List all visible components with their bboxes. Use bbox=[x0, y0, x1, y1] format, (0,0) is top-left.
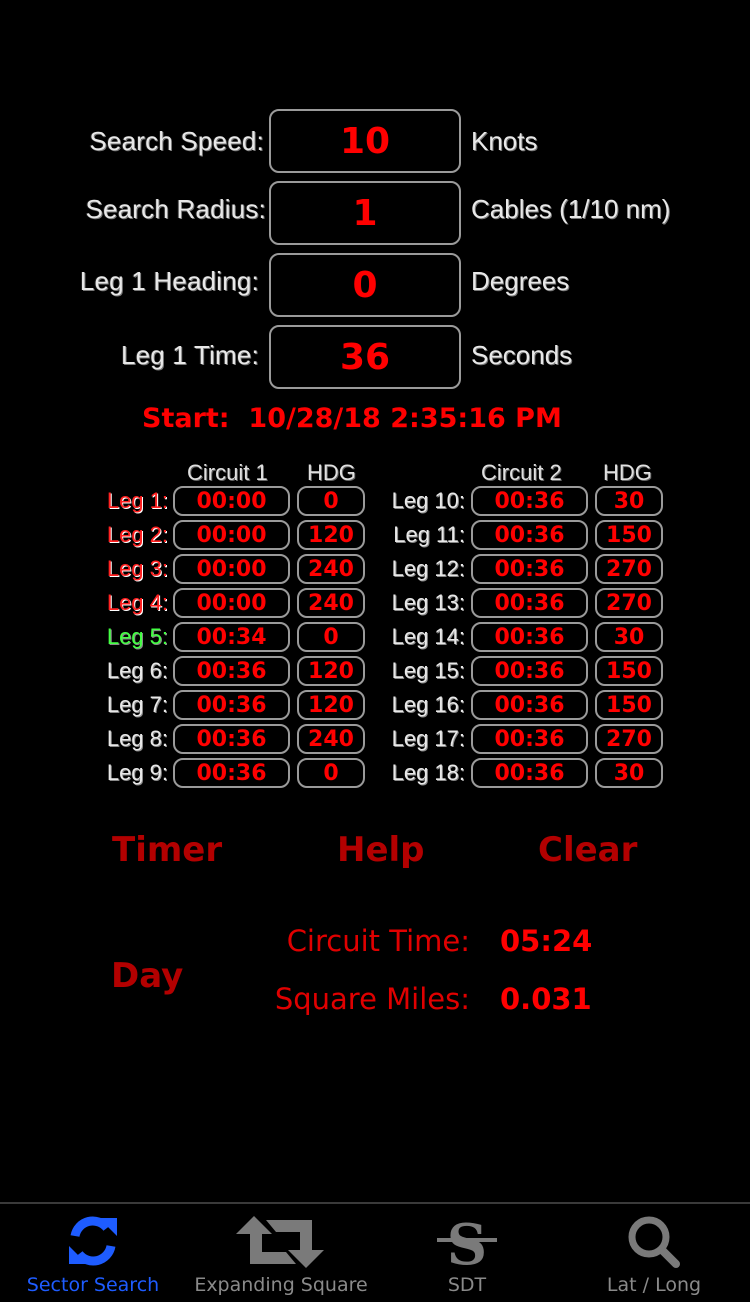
leg-label: Leg 2: bbox=[106, 522, 168, 547]
leg1-time-unit: Seconds bbox=[471, 340, 573, 370]
day-night-toggle[interactable]: Day bbox=[111, 956, 183, 996]
square-miles-label: Square Miles: bbox=[274, 982, 470, 1016]
leg-time-field[interactable]: 00:36 bbox=[471, 758, 588, 788]
tab-label: SDT bbox=[447, 1274, 487, 1296]
tab-bar: Sector Search Expanding Square S SDT Lat… bbox=[0, 1202, 750, 1302]
tab-label: Sector Search bbox=[26, 1274, 160, 1296]
leg1-heading-label: Leg 1 Heading: bbox=[79, 266, 259, 296]
search-radius-input[interactable]: 1 bbox=[269, 181, 461, 245]
leg-heading-field[interactable]: 120 bbox=[297, 520, 365, 550]
leg1-time-input[interactable]: 36 bbox=[269, 325, 461, 389]
leg-label: Leg 18: bbox=[391, 760, 465, 785]
leg-heading-field[interactable]: 150 bbox=[595, 656, 663, 686]
leg1-time-label: Leg 1 Time: bbox=[120, 340, 259, 370]
leg-heading-field[interactable]: 270 bbox=[595, 554, 663, 584]
search-speed-unit: Knots bbox=[471, 126, 538, 156]
leg-time-field[interactable]: 00:36 bbox=[471, 554, 588, 584]
search-radius-label: Search Radius: bbox=[85, 194, 266, 224]
leg-label: Leg 10: bbox=[391, 488, 465, 513]
leg-heading-field[interactable]: 0 bbox=[297, 758, 365, 788]
search-radius-unit: Cables (1/10 nm) bbox=[471, 194, 671, 224]
circuit-time-value: 05:24 bbox=[500, 924, 593, 958]
leg-time-field[interactable]: 00:36 bbox=[471, 520, 588, 550]
leg-time-field[interactable]: 00:36 bbox=[471, 690, 588, 720]
timer-button[interactable]: Timer bbox=[112, 830, 222, 870]
leg-time-field[interactable]: 00:00 bbox=[173, 486, 290, 516]
circuit1-header: Circuit 1 bbox=[187, 460, 268, 485]
leg-heading-field[interactable]: 150 bbox=[595, 520, 663, 550]
tab-expanding-square[interactable]: Expanding Square bbox=[186, 1204, 376, 1302]
start-value: 10/28/18 2:35:16 PM bbox=[248, 403, 562, 434]
leg-heading-field[interactable]: 0 bbox=[297, 622, 365, 652]
leg-heading-field[interactable]: 120 bbox=[297, 656, 365, 686]
tab-label: Lat / Long bbox=[606, 1274, 702, 1296]
leg-time-field[interactable]: 00:36 bbox=[471, 588, 588, 618]
leg-time-field[interactable]: 00:00 bbox=[173, 588, 290, 618]
tab-sdt[interactable]: S SDT bbox=[376, 1204, 558, 1302]
leg-heading-field[interactable]: 120 bbox=[297, 690, 365, 720]
leg-time-field[interactable]: 00:36 bbox=[173, 724, 290, 754]
leg-label: Leg 17: bbox=[391, 726, 465, 751]
leg-label: Leg 7: bbox=[106, 692, 168, 717]
circuit2-header: Circuit 2 bbox=[481, 460, 562, 485]
leg-label: Leg 11: bbox=[393, 522, 465, 547]
leg-time-field[interactable]: 00:36 bbox=[471, 724, 588, 754]
leg-heading-field[interactable]: 150 bbox=[595, 690, 663, 720]
search-speed-label: Search Speed: bbox=[89, 126, 264, 156]
refresh-icon bbox=[65, 1214, 121, 1272]
search-speed-input[interactable]: 10 bbox=[269, 109, 461, 173]
leg-label: Leg 1: bbox=[106, 488, 168, 513]
leg-heading-field[interactable]: 240 bbox=[297, 554, 365, 584]
leg-time-field[interactable]: 00:00 bbox=[173, 554, 290, 584]
start-timestamp: Start: 10/28/18 2:35:16 PM bbox=[142, 403, 562, 434]
leg-time-field[interactable]: 00:36 bbox=[173, 690, 290, 720]
leg-label: Leg 16: bbox=[391, 692, 465, 717]
search-icon bbox=[626, 1214, 682, 1274]
square-miles-value: 0.031 bbox=[500, 982, 592, 1016]
help-button[interactable]: Help bbox=[337, 830, 425, 870]
leg-label: Leg 8: bbox=[106, 726, 168, 751]
leg-time-field[interactable]: 00:36 bbox=[471, 622, 588, 652]
circuit1-hdg-header: HDG bbox=[307, 460, 356, 485]
circuit2-hdg-header: HDG bbox=[603, 460, 652, 485]
leg-label: Leg 13: bbox=[391, 590, 465, 615]
leg-label: Leg 12: bbox=[391, 556, 465, 581]
leg-label: Leg 15: bbox=[391, 658, 465, 683]
leg-label: Leg 3: bbox=[106, 556, 168, 581]
leg-heading-field[interactable]: 0 bbox=[297, 486, 365, 516]
leg-time-field[interactable]: 00:36 bbox=[471, 656, 588, 686]
leg-heading-field[interactable]: 270 bbox=[595, 724, 663, 754]
leg-time-field[interactable]: 00:36 bbox=[471, 486, 588, 516]
tab-lat-long[interactable]: Lat / Long bbox=[558, 1204, 750, 1302]
tab-label: Expanding Square bbox=[194, 1274, 368, 1296]
leg-heading-field[interactable]: 270 bbox=[595, 588, 663, 618]
leg-time-field[interactable]: 00:36 bbox=[173, 758, 290, 788]
leg-label: Leg 14: bbox=[391, 624, 465, 649]
leg-label: Leg 4: bbox=[106, 590, 168, 615]
start-label: Start: bbox=[142, 403, 230, 434]
clear-button[interactable]: Clear bbox=[538, 830, 637, 870]
leg-label: Leg 9: bbox=[106, 760, 168, 785]
leg-time-field[interactable]: 00:34 bbox=[173, 622, 290, 652]
leg-heading-field[interactable]: 30 bbox=[595, 486, 663, 516]
tab-sector-search[interactable]: Sector Search bbox=[0, 1204, 186, 1302]
leg-label: Leg 6: bbox=[106, 658, 168, 683]
leg-time-field[interactable]: 00:00 bbox=[173, 520, 290, 550]
leg-heading-field[interactable]: 240 bbox=[297, 724, 365, 754]
strikethrough-s-icon: S bbox=[436, 1212, 498, 1278]
leg-heading-field[interactable]: 240 bbox=[297, 588, 365, 618]
leg1-heading-unit: Degrees bbox=[471, 266, 570, 296]
leg-heading-field[interactable]: 30 bbox=[595, 758, 663, 788]
leg-heading-field[interactable]: 30 bbox=[595, 622, 663, 652]
leg-time-field[interactable]: 00:36 bbox=[173, 656, 290, 686]
circuit-time-label: Circuit Time: bbox=[286, 924, 470, 958]
leg-label: Leg 5: bbox=[106, 624, 168, 649]
retweet-icon bbox=[236, 1214, 326, 1274]
leg1-heading-input[interactable]: 0 bbox=[269, 253, 461, 317]
